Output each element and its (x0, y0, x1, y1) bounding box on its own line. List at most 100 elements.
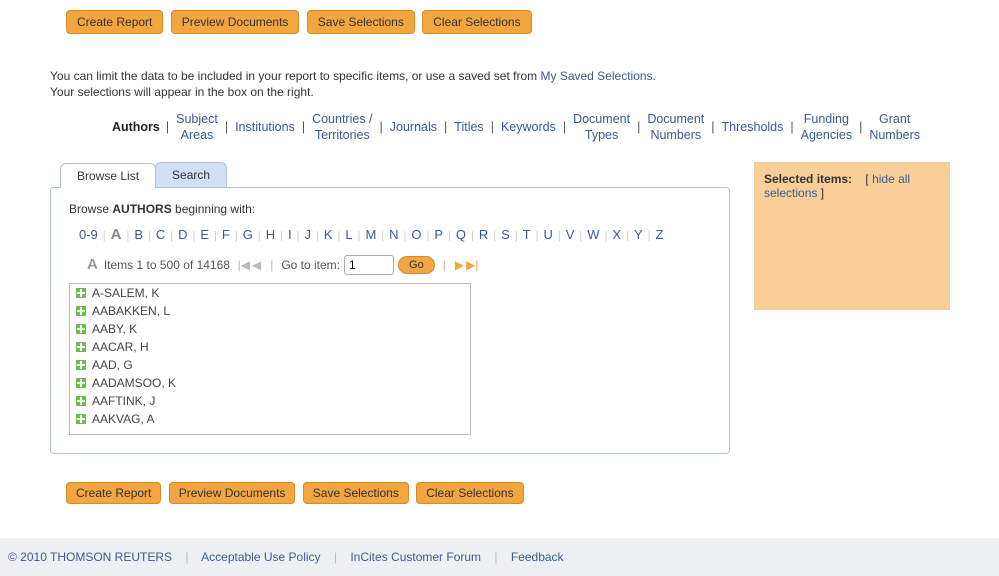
alpha-link[interactable]: C (154, 227, 167, 242)
category-link[interactable]: Journals (389, 120, 438, 136)
next-page-icon[interactable]: ▶ (454, 258, 465, 272)
tab-browse-list[interactable]: Browse List (60, 163, 156, 188)
category-link[interactable]: Countries /Territories (311, 112, 373, 143)
alpha-link[interactable]: S (499, 227, 512, 242)
category-link[interactable]: SubjectAreas (175, 112, 219, 143)
list-item[interactable]: AAKVAG, A (70, 410, 470, 428)
add-icon[interactable] (76, 414, 86, 424)
list-item[interactable]: A-SALEM, K (70, 284, 470, 302)
intro-line1a: You can limit the data to be included in… (50, 69, 540, 83)
tab-search[interactable]: Search (155, 162, 227, 187)
alpha-link[interactable]: D (176, 227, 189, 242)
alpha-link[interactable]: Q (454, 227, 468, 242)
save-selections-button-bottom[interactable]: Save Selections (303, 482, 409, 504)
add-icon[interactable] (76, 306, 86, 316)
category-link[interactable]: DocumentNumbers (646, 112, 705, 143)
go-button[interactable]: Go (398, 256, 435, 274)
alpha-link[interactable]: N (387, 227, 400, 242)
alpha-separator: | (623, 230, 632, 242)
alpha-separator: | (334, 230, 343, 242)
author-list[interactable]: A-SALEM, K AABAKKEN, L AABY, K AACAR, H AAD,… (69, 283, 471, 435)
add-icon[interactable] (76, 342, 86, 352)
category-link[interactable]: Keywords (500, 120, 557, 136)
alpha-link[interactable]: R (477, 227, 490, 242)
list-item-label: AABAKKEN, L (92, 304, 170, 318)
alpha-link[interactable]: W (585, 227, 601, 242)
browse-panel: Browse AUTHORS beginning with: 0-9|A|B|C… (50, 187, 730, 454)
alpha-separator: | (555, 230, 564, 242)
footer-aup-link[interactable]: Acceptable Use Policy (201, 550, 320, 564)
add-icon[interactable] (76, 288, 86, 298)
alpha-link[interactable]: G (241, 227, 255, 242)
alpha-link[interactable]: J (302, 227, 313, 242)
list-item-label: AADAMSOO, K (92, 376, 176, 390)
browse-prefix: Browse (69, 202, 112, 216)
alpha-link[interactable]: H (264, 227, 277, 242)
category-separator: | (557, 120, 572, 136)
list-item[interactable]: AADAMSOO, K (70, 374, 470, 392)
alpha-link[interactable]: Z (653, 227, 665, 242)
footer-feedback-link[interactable]: Feedback (511, 550, 564, 564)
my-saved-selections-link[interactable]: My Saved Selections (540, 69, 652, 83)
category-link[interactable]: GrantNumbers (868, 112, 921, 143)
category-separator: | (219, 120, 234, 136)
clear-selections-button-bottom[interactable]: Clear Selections (416, 482, 523, 504)
alpha-link[interactable]: T (521, 227, 533, 242)
list-item[interactable]: AABY, K (70, 320, 470, 338)
alpha-link[interactable]: B (132, 227, 145, 242)
alpha-link[interactable]: I (286, 227, 294, 242)
alpha-link[interactable]: L (343, 227, 354, 242)
footer-copyright[interactable]: © 2010 THOMSON REUTERS (8, 550, 172, 564)
category-separator: | (160, 120, 175, 136)
alpha-link[interactable]: Y (632, 227, 645, 242)
alpha-separator: | (145, 230, 154, 242)
selected-items-title: Selected items: (764, 172, 852, 186)
browse-prompt: Browse AUTHORS beginning with: (69, 202, 715, 216)
list-item-label: AAKVAG, A (92, 412, 154, 426)
preview-documents-button[interactable]: Preview Documents (171, 10, 300, 34)
action-bar-top: Create Report Preview Documents Save Sel… (0, 0, 999, 40)
alpha-link[interactable]: X (610, 227, 623, 242)
alpha-link[interactable]: P (432, 227, 445, 242)
list-item[interactable]: AACAR, H (70, 338, 470, 356)
footer-forum-link[interactable]: InCites Customer Forum (350, 550, 481, 564)
category-link[interactable]: FundingAgencies (800, 112, 853, 143)
alpha-link[interactable]: E (198, 227, 211, 242)
alpha-separator: | (445, 230, 454, 242)
go-to-item-input[interactable] (344, 255, 394, 275)
category-separator: | (296, 120, 311, 136)
preview-documents-button-bottom[interactable]: Preview Documents (169, 482, 296, 504)
alpha-link[interactable]: M (363, 227, 378, 242)
alpha-row: 0-9|A|B|C|D|E|F|G|H|I|J|K|L|M|N|O|P|Q|R|… (69, 224, 715, 245)
add-icon[interactable] (76, 378, 86, 388)
alpha-link[interactable]: F (220, 227, 232, 242)
alpha-link[interactable]: V (564, 227, 577, 242)
category-current: Authors (112, 120, 160, 136)
add-icon[interactable] (76, 396, 86, 406)
category-link[interactable]: Institutions (234, 120, 296, 136)
category-link[interactable]: Thresholds (721, 120, 785, 136)
alpha-separator: | (313, 230, 322, 242)
intro-text: You can limit the data to be included in… (50, 68, 969, 100)
category-separator: | (374, 120, 389, 136)
category-link[interactable]: Titles (453, 120, 484, 136)
create-report-button[interactable]: Create Report (66, 10, 163, 34)
last-page-icon[interactable]: ▶| (465, 258, 479, 272)
alpha-link[interactable]: 0-9 (77, 227, 100, 242)
add-icon[interactable] (76, 360, 86, 370)
clear-selections-button[interactable]: Clear Selections (422, 10, 531, 34)
alpha-link[interactable]: K (322, 227, 335, 242)
create-report-button-bottom[interactable]: Create Report (66, 482, 161, 504)
category-separator: | (485, 120, 500, 136)
alpha-link[interactable]: O (409, 227, 423, 242)
list-item-label: AACAR, H (92, 340, 149, 354)
add-icon[interactable] (76, 324, 86, 334)
list-item[interactable]: AAFTINK, J (70, 392, 470, 410)
category-separator: | (705, 120, 720, 136)
list-item[interactable]: AABAKKEN, L (70, 302, 470, 320)
category-link[interactable]: DocumentTypes (572, 112, 631, 143)
content-area: You can limit the data to be included in… (20, 50, 983, 478)
list-item[interactable]: AAD, G (70, 356, 470, 374)
save-selections-button[interactable]: Save Selections (307, 10, 415, 34)
alpha-link[interactable]: U (541, 227, 554, 242)
